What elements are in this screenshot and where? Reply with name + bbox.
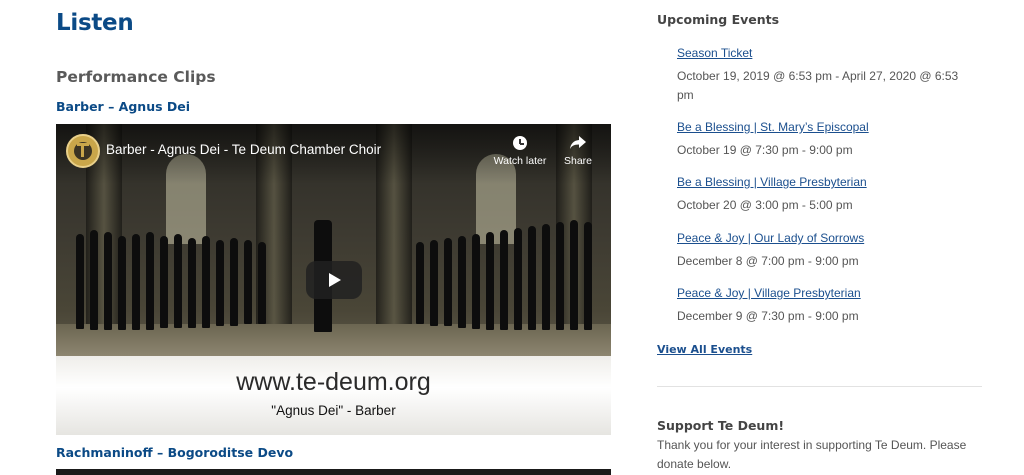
event-item: Be a Blessing | Village Presbyterian Oct… xyxy=(677,175,967,215)
view-all-events-link[interactable]: View All Events xyxy=(657,343,752,356)
event-link[interactable]: Peace & Joy | Our Lady of Sorrows xyxy=(677,231,967,245)
event-item: Be a Blessing | St. Mary’s Episcopal Oct… xyxy=(677,120,967,160)
video-title[interactable]: Barber - Agnus Dei - Te Deum Chamber Cho… xyxy=(106,142,381,157)
event-date: December 8 @ 7:00 pm - 9:00 pm xyxy=(677,254,859,268)
clip-title-barber: Barber – Agnus Dei xyxy=(56,99,191,114)
share-arrow-icon xyxy=(570,136,586,149)
share-button[interactable]: Share xyxy=(558,136,598,167)
support-heading: Support Te Deum! xyxy=(657,418,785,433)
event-date: December 9 @ 7:30 pm - 9:00 pm xyxy=(677,309,859,323)
page-title: Listen xyxy=(56,10,134,36)
event-link[interactable]: Peace & Joy | Village Presbyterian xyxy=(677,286,967,300)
te-deum-logo-icon[interactable] xyxy=(66,134,100,168)
support-text: Thank you for your interest in supportin… xyxy=(657,438,967,471)
event-date: October 19 @ 7:30 pm - 9:00 pm xyxy=(677,143,853,157)
event-link[interactable]: Be a Blessing | Village Presbyterian xyxy=(677,175,967,189)
event-date: October 19, 2019 @ 6:53 pm - April 27, 2… xyxy=(677,69,959,102)
event-item: Peace & Joy | Village Presbyterian Decem… xyxy=(677,286,967,326)
video-player-barber[interactable]: www.te-deum.org "Agnus Dei" - Barber Bar… xyxy=(56,124,611,435)
event-item: Peace & Joy | Our Lady of Sorrows Decemb… xyxy=(677,231,967,271)
upcoming-events-heading: Upcoming Events xyxy=(657,12,780,27)
event-date: October 20 @ 3:00 pm - 5:00 pm xyxy=(677,198,853,212)
section-heading-performance-clips: Performance Clips xyxy=(56,68,216,86)
clip-title-rachmaninoff: Rachmaninoff – Bogoroditse Devo xyxy=(56,445,294,460)
watch-later-button[interactable]: Watch later xyxy=(488,136,552,167)
video-overlay-url: www.te-deum.org xyxy=(236,368,431,396)
clock-icon xyxy=(513,136,527,150)
watch-later-label: Watch later xyxy=(493,155,547,167)
event-link[interactable]: Be a Blessing | St. Mary’s Episcopal xyxy=(677,120,967,134)
video-player-rachmaninoff[interactable] xyxy=(56,469,611,475)
play-icon[interactable] xyxy=(306,261,362,299)
video-overlay-caption: "Agnus Dei" - Barber xyxy=(271,403,396,418)
event-item: Season Ticket October 19, 2019 @ 6:53 pm… xyxy=(677,46,967,105)
share-label: Share xyxy=(563,155,593,167)
sidebar-divider xyxy=(657,386,982,387)
event-link[interactable]: Season Ticket xyxy=(677,46,967,60)
